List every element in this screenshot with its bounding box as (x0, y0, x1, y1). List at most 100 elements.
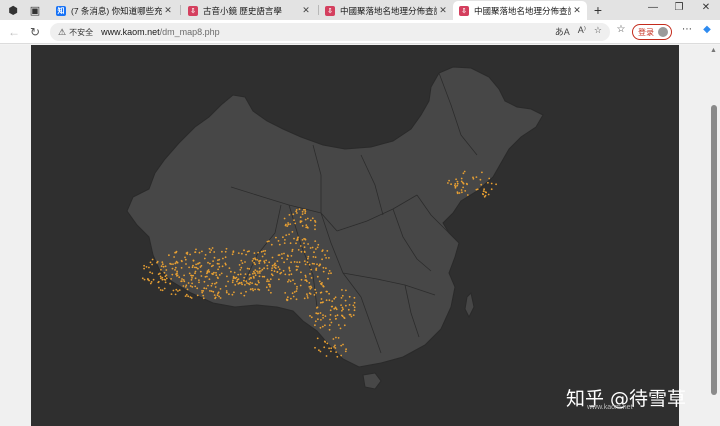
refresh-icon[interactable]: ↻ (27, 24, 43, 40)
settlement-dot (161, 289, 164, 292)
settlement-dot (325, 267, 327, 270)
settlement-dot (219, 297, 222, 299)
tab-guyin[interactable]: ⇩ 古音小鏡 歷史語言學 ✕ (182, 1, 316, 20)
close-tab-icon[interactable]: ✕ (300, 5, 312, 16)
settlement-dot (237, 273, 240, 276)
favorites-icon[interactable]: ☆ (614, 24, 628, 35)
settlement-dot (335, 308, 338, 311)
map-panel[interactable] (31, 45, 679, 426)
settlement-dot (257, 251, 260, 254)
settlement-dot (314, 221, 317, 223)
settlement-dot (460, 177, 463, 180)
settlement-dot (236, 280, 238, 283)
settlement-dot (257, 288, 259, 291)
close-tab-icon[interactable]: ✕ (162, 5, 174, 16)
settlement-dot (309, 293, 312, 295)
restore-icon[interactable]: ❐ (671, 2, 687, 13)
settlement-dot (334, 347, 337, 349)
settlement-dot (322, 266, 325, 269)
settlement-dot (210, 290, 213, 292)
settlement-dot (331, 300, 334, 302)
tab-map-query-2[interactable]: ⇩ 中國聚落地名地理分佈查詢 ✕ (453, 1, 587, 20)
settlement-dot (222, 257, 224, 260)
settlement-dot (466, 194, 469, 196)
settlement-dot (309, 315, 311, 317)
settlement-dot (247, 282, 250, 285)
settlement-dot (292, 279, 294, 281)
new-tab-icon[interactable]: + (591, 2, 605, 18)
settlement-dot (304, 238, 307, 241)
china-map[interactable] (31, 45, 679, 426)
settlement-dot (263, 253, 266, 255)
settlement-dot (246, 250, 249, 253)
settlement-dot (174, 251, 177, 254)
settlement-dot (258, 270, 261, 273)
settlement-dot (175, 275, 178, 277)
back-icon[interactable]: ← (6, 24, 22, 40)
settlement-dot (218, 263, 220, 265)
close-tab-icon[interactable]: ✕ (571, 5, 583, 16)
read-aloud-icon[interactable]: A⁾ (578, 25, 586, 38)
settlement-dot (177, 290, 179, 292)
settlement-dot (306, 261, 309, 264)
settlement-dot (182, 285, 185, 287)
settlement-dot (293, 237, 295, 240)
copilot-icon[interactable]: ◆ (700, 24, 714, 35)
settlement-dot (258, 275, 261, 278)
settlement-dot (304, 218, 307, 221)
settlement-dot (296, 268, 298, 271)
settlement-dot (337, 324, 340, 326)
settlement-dot (334, 306, 337, 309)
settlement-dot (320, 283, 323, 286)
settlement-dot (334, 315, 337, 317)
translate-icon[interactable]: あA (555, 25, 570, 38)
more-menu-icon[interactable]: ⋯ (680, 24, 694, 35)
scroll-up-icon[interactable]: ▲ (710, 47, 717, 54)
settlement-dot (322, 285, 325, 288)
settlement-dot (320, 319, 322, 321)
settlement-dot (244, 261, 246, 263)
scrollbar-thumb[interactable] (711, 105, 717, 395)
tab-actions-icon[interactable]: ▣ (28, 3, 42, 17)
settlement-dot (310, 316, 313, 319)
workspaces-icon[interactable]: ⬢ (6, 3, 20, 17)
settlement-dot (175, 273, 178, 276)
settlement-dot (456, 184, 459, 187)
avatar-icon (658, 27, 668, 37)
minimize-icon[interactable]: — (645, 2, 661, 13)
settlement-dot (209, 290, 211, 292)
settlement-dot (252, 257, 255, 260)
settlement-dot (310, 268, 313, 271)
settlement-dot (165, 277, 168, 280)
settlement-dot (201, 250, 203, 253)
settlement-dot (225, 291, 228, 294)
tab-map-query-1[interactable]: ⇩ 中國聚落地名地理分佈查詢 ✕ (319, 1, 453, 20)
close-window-icon[interactable]: ✕ (698, 2, 714, 13)
settlement-dot (190, 297, 193, 299)
settlement-dot (213, 256, 216, 259)
settlement-dot (278, 268, 281, 271)
settlement-dot (215, 271, 217, 274)
login-button[interactable]: 登录 (632, 24, 672, 40)
login-label: 登录 (638, 27, 654, 37)
settlement-dot (254, 274, 257, 277)
address-bar[interactable]: ⚠ 不安全 www.kaom.net/dm_map8.php あA A⁾ ☆ (50, 23, 610, 41)
vertical-scrollbar[interactable]: ▲ (708, 45, 720, 426)
close-tab-icon[interactable]: ✕ (437, 5, 449, 16)
settlement-dot (332, 338, 335, 340)
settlement-dot (211, 282, 214, 285)
settlement-dot (301, 213, 304, 216)
settlement-dot (341, 294, 344, 297)
settlement-dot (160, 268, 162, 271)
settlement-dot (283, 261, 285, 264)
tab-zhihu[interactable]: 知 (7 条消息) 你知道哪些充分显示… ✕ (50, 1, 178, 20)
settlement-dot (188, 266, 191, 269)
settlement-dot (307, 257, 309, 260)
favorite-star-icon[interactable]: ☆ (594, 25, 602, 38)
settlement-dot (210, 284, 213, 287)
settlement-dot (178, 289, 181, 291)
settlement-dot (198, 279, 200, 281)
settlement-dot (217, 291, 220, 294)
security-warning[interactable]: ⚠ 不安全 (58, 27, 93, 38)
settlement-dot (465, 182, 468, 185)
